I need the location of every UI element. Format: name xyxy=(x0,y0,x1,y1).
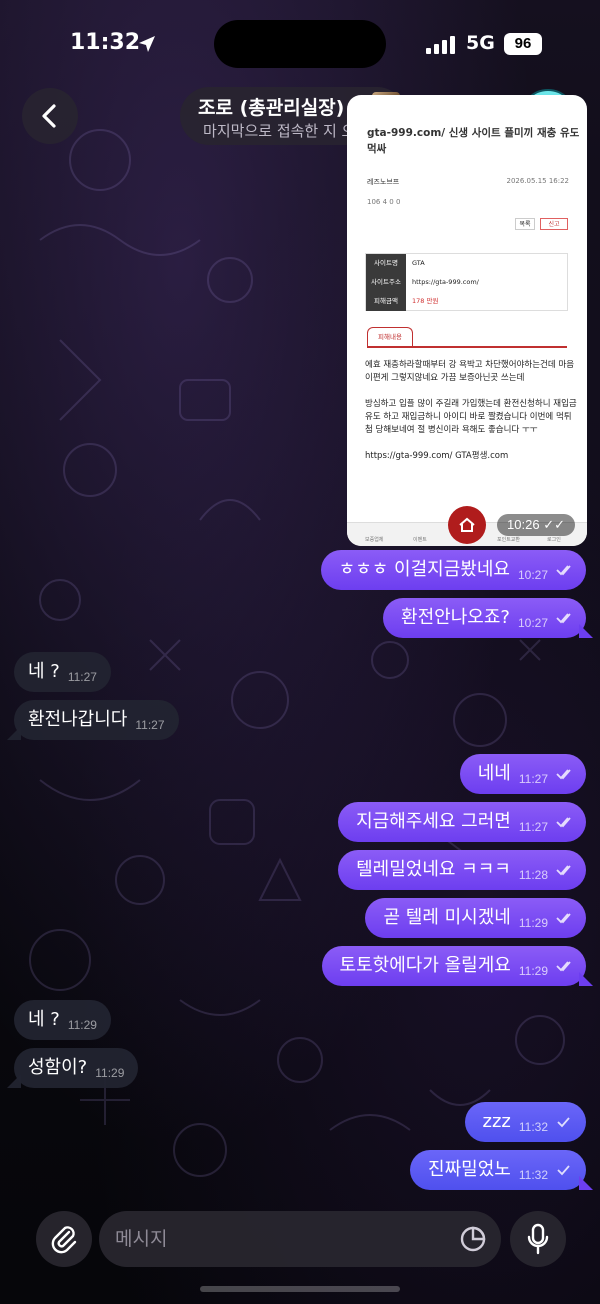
dynamic-island xyxy=(214,20,386,68)
read-check-icon xyxy=(556,817,571,828)
table-row: 사이트명 GTA xyxy=(366,254,567,273)
network-type: 5G xyxy=(466,32,495,54)
paperclip-icon xyxy=(51,1226,77,1254)
microphone-icon xyxy=(527,1223,549,1255)
message-input-container[interactable] xyxy=(99,1211,501,1267)
clock: 11:32 xyxy=(70,30,141,55)
message-text: 성함이? xyxy=(28,1057,88,1078)
battery-indicator: 96 xyxy=(504,33,542,55)
read-check-icon xyxy=(556,769,571,780)
message-time: 11:29 xyxy=(67,1018,97,1032)
message-time: 10:26 ✓✓ xyxy=(497,514,575,536)
table-row: 피해금액 178 만원 xyxy=(366,292,567,311)
message-text: ㅎㅎㅎ 이걸지금봤네요 xyxy=(338,559,510,580)
location-arrow-icon xyxy=(139,36,155,52)
table-value: GTA xyxy=(412,259,425,267)
read-check-icon xyxy=(556,865,571,876)
post-paragraph: 에효 재충하라할때부터 강 욕박고 차단했어야하는건데 마음이편게 그렇지않네요… xyxy=(365,360,575,383)
outgoing-message[interactable]: 토토핫에다가 올릴게요 11:29 xyxy=(321,946,594,986)
table-value: https://gta-999.com/ xyxy=(412,278,479,286)
incoming-message[interactable]: 네 ? 11:27 xyxy=(14,652,111,692)
post-stats: 106 4 0 0 xyxy=(367,198,401,206)
outgoing-message[interactable]: zzz 11:32 xyxy=(464,1102,586,1142)
read-check-icon xyxy=(556,961,571,972)
contact-name: 조로 (총관리실장) xyxy=(198,97,345,119)
table-row: 사이트주소 https://gta-999.com/ xyxy=(366,273,567,292)
back-button[interactable] xyxy=(22,88,78,144)
voice-record-button[interactable] xyxy=(510,1211,566,1267)
message-text: 텔레밀었네요 ㅋㅋㅋ xyxy=(356,859,511,880)
message-time: 10:27 xyxy=(517,616,548,630)
nav-item: 포인트교환 xyxy=(497,537,521,543)
message-text: 진짜밀었노 xyxy=(428,1159,511,1180)
message-time: 11:32 xyxy=(518,1120,548,1134)
outgoing-message[interactable]: 진짜밀었노 11:32 xyxy=(410,1150,593,1190)
nav-item: 이벤트 xyxy=(413,537,427,543)
message-text: 네 ? xyxy=(28,661,60,682)
outgoing-message[interactable]: 지금해주세요 그러면 11:27 xyxy=(338,802,586,842)
message-time: 11:29 xyxy=(518,964,548,978)
tab-divider xyxy=(367,346,567,348)
message-text: 지금해주세요 그러면 xyxy=(356,811,511,832)
table-key: 사이트명 xyxy=(366,254,406,273)
sticker-icon[interactable] xyxy=(459,1225,487,1253)
site-info-table: 사이트명 GTA 사이트주소 https://gta-999.com/ 피해금액… xyxy=(365,253,568,311)
home-icon xyxy=(448,506,486,544)
outgoing-message[interactable]: 환전안나오죠? 10:27 xyxy=(383,598,593,638)
outgoing-message[interactable]: 곧 텔레 미시겠네 11:29 xyxy=(365,898,586,938)
read-check-icon xyxy=(556,613,571,624)
message-time: 11:29 xyxy=(518,916,548,930)
message-time: 10:27 xyxy=(517,568,548,582)
outgoing-message[interactable]: 네네 11:27 xyxy=(459,754,586,794)
read-check-icon xyxy=(556,913,571,924)
incoming-message[interactable]: 환전나갑니다 11:27 xyxy=(7,700,179,740)
post-author: 레즈노브프 xyxy=(367,178,400,186)
message-text: 환전나갑니다 xyxy=(28,709,128,730)
incoming-message[interactable]: 네 ? 11:29 xyxy=(14,1000,111,1040)
message-time: 11:27 xyxy=(518,820,548,834)
message-input[interactable] xyxy=(115,1211,445,1267)
list-button: 목록 xyxy=(515,218,535,230)
post-headline: gta-999.com/ 신생 사이트 플미끼 재충 유도 먹싸 xyxy=(367,127,580,155)
message-time: 11:27 xyxy=(518,772,548,786)
message-text: 토토핫에다가 올릴게요 xyxy=(339,955,511,976)
message-text: 곧 텔레 미시겠네 xyxy=(383,907,511,928)
table-key: 피해금액 xyxy=(366,292,406,311)
message-time: 11:27 xyxy=(67,670,97,684)
attach-button[interactable] xyxy=(36,1211,92,1267)
post-date: 2026.05.15 16:22 xyxy=(506,177,569,185)
message-text: 환전안나오죠? xyxy=(401,607,510,628)
post-body: 에효 재충하라할때부터 강 욕박고 차단했어야하는건데 마음이편게 그렇지않네요… xyxy=(365,359,577,476)
cellular-signal-icon xyxy=(426,36,455,54)
table-key: 사이트주소 xyxy=(366,273,406,292)
chevron-left-icon xyxy=(42,104,56,128)
message-time: 11:27 xyxy=(135,718,165,732)
post-paragraph: 방심하고 입플 많이 주길래 가입했는데 환전신청하니 재입금유도 하고 재입금… xyxy=(365,399,577,435)
read-check-icon xyxy=(556,565,571,576)
outgoing-message[interactable]: 텔레밀었네요 ㅋㅋㅋ 11:28 xyxy=(338,850,586,890)
message-text: 네 ? xyxy=(28,1009,60,1030)
status-bar: 11:32 5G 96 xyxy=(0,0,600,88)
message-time: 11:32 xyxy=(518,1168,548,1182)
sent-check-icon xyxy=(557,1165,570,1176)
incoming-message[interactable]: 성함이? 11:29 xyxy=(6,1048,139,1088)
message-text: zzz xyxy=(482,1111,511,1132)
message-time: 11:28 xyxy=(518,868,548,882)
message-text: 네네 xyxy=(477,763,511,784)
post-paragraph: https://gta-999.com/ GTA평생.com xyxy=(365,451,509,461)
home-indicator xyxy=(200,1286,400,1292)
screenshot-image-message[interactable]: gta-999.com/ 신생 사이트 플미끼 재충 유도 먹싸 레즈노브프 2… xyxy=(347,95,587,546)
nav-item: 로그인 xyxy=(547,537,561,543)
table-value: 178 만원 xyxy=(412,297,439,305)
damage-tab: 피해내용 xyxy=(367,327,413,347)
outgoing-message[interactable]: ㅎㅎㅎ 이걸지금봤네요 10:27 xyxy=(320,550,586,590)
message-time: 11:29 xyxy=(95,1066,125,1080)
report-button: 신고 xyxy=(540,218,568,230)
sent-check-icon xyxy=(557,1117,570,1128)
nav-item: 보증업체 xyxy=(365,537,384,543)
